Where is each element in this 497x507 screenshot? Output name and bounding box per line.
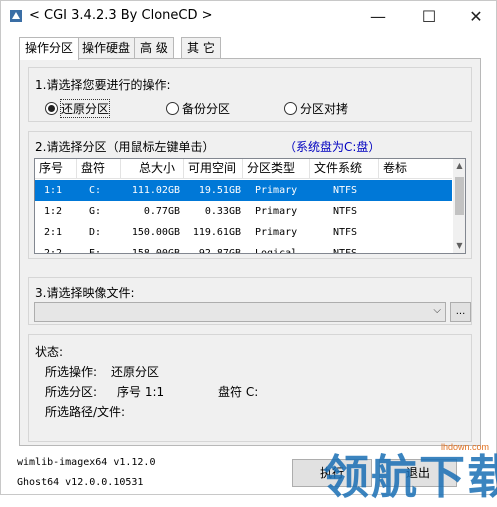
col-free[interactable]: 可用空间 [184,159,243,179]
ghost-version: Ghost64 v12.0.0.10531 [17,477,144,488]
cell-type: Primary [255,206,298,217]
status-path-label: 所选路径/文件: [45,405,126,419]
cell-type: Primary [255,185,298,196]
image-file-group: 3.请选择映像文件: ⌵ ... [28,277,472,325]
scroll-down-icon[interactable]: ▼ [453,239,465,252]
title-bar[interactable]: < CGI 3.4.2.3 By CloneCD > — ☐ ✕ [1,1,496,31]
operation-group: 1.请选择您要进行的操作: 还原分区 备份分区 分区对拷 [28,67,472,122]
cell-free: 0.33GB [204,206,241,217]
table-scrollbar[interactable]: ▲ ▼ [453,159,465,253]
radio-backup[interactable]: 备份分区 [166,100,230,117]
radio-copy-label: 分区对拷 [300,102,349,116]
app-icon [10,10,22,22]
minimize-button[interactable]: — [355,1,401,31]
col-label[interactable]: 卷标 [379,159,452,179]
partition-table[interactable]: 序号 盘符 总大小 可用空间 分区类型 文件系统 卷标 1:1 C: 111.0… [34,158,466,254]
status-op-value: 还原分区 [111,365,160,379]
watermark-url: lhdown.com [441,442,490,452]
partition-label: 2.请选择分区（用鼠标左键单击） [35,140,215,154]
tab-partition-ops[interactable]: 操作分区 [19,37,80,60]
table-row[interactable]: 2:2 E: 158.00GB 92.87GB Logical NTFS [35,243,452,254]
close-button[interactable]: ✕ [453,1,497,31]
cell-index: 2:2 [44,248,63,254]
col-type[interactable]: 分区类型 [243,159,310,179]
tab-other[interactable]: 其 它 [181,37,221,59]
radio-circle [284,102,297,115]
tab-disk-ops[interactable]: 操作硬盘 [76,37,137,59]
scroll-up-icon[interactable]: ▲ [453,159,465,172]
radio-circle [166,102,179,115]
status-op-label: 所选操作: [45,365,98,379]
window-title: < CGI 3.4.2.3 By CloneCD > [29,8,213,23]
radio-backup-label: 备份分区 [182,102,231,116]
status-part-index: 序号 1:1 [117,385,165,399]
col-fs[interactable]: 文件系统 [310,159,379,179]
cell-index: 2:1 [44,227,63,238]
partition-group: 2.请选择分区（用鼠标左键单击） （系统盘为C:盘） 序号 盘符 总大小 可用空… [28,131,472,259]
radio-restore[interactable]: 还原分区 [45,99,111,118]
wimlib-version: wimlib-imagex64 v1.12.0 [17,457,156,468]
cell-fs: NTFS [333,185,358,196]
radio-dot [48,105,55,112]
radio-circle [45,102,58,115]
cell-free: 92.87GB [198,248,241,254]
cell-fs: NTFS [333,248,358,254]
radio-restore-label: 还原分区 [59,99,111,118]
maximize-button[interactable]: ☐ [406,1,452,31]
cell-free: 119.61GB [192,227,241,238]
cell-index: 1:1 [44,185,63,196]
cell-index: 1:2 [44,206,63,217]
status-part-label: 所选分区: [45,385,98,399]
operation-label: 1.请选择您要进行的操作: [35,78,171,92]
image-file-label: 3.请选择映像文件: [35,286,135,300]
chevron-down-icon[interactable]: ⌵ [433,305,441,316]
tab-advanced[interactable]: 高 级 [134,37,174,59]
main-window: < CGI 3.4.2.3 By CloneCD > — ☐ ✕ 操作分区 操作… [0,0,497,504]
status-group: 状态: 所选操作: 还原分区 所选分区: 序号 1:1 盘符 C: 所选路径/文… [28,334,472,442]
tab-panel: 1.请选择您要进行的操作: 还原分区 备份分区 分区对拷 2.请选择分区（用鼠标… [19,58,481,446]
status-title: 状态: [35,345,64,359]
cell-type: Logical [255,248,298,254]
col-drive[interactable]: 盘符 [77,159,121,179]
table-row[interactable]: 1:2 G: 0.77GB 0.33GB Primary NTFS [35,201,452,222]
cell-fs: NTFS [333,206,358,217]
image-file-combo[interactable]: ⌵ [34,302,446,322]
scroll-thumb[interactable] [455,177,464,215]
system-disk-note: （系统盘为C:盘） [284,140,381,154]
col-total[interactable]: 总大小 [121,159,184,179]
cell-type: Primary [255,227,298,238]
table-row[interactable]: 1:1 C: 111.02GB 19.51GB Primary NTFS [35,180,452,201]
radio-copy[interactable]: 分区对拷 [284,100,348,117]
table-header: 序号 盘符 总大小 可用空间 分区类型 文件系统 卷标 [35,159,452,179]
col-index[interactable]: 序号 [35,159,77,179]
cell-free: 19.51GB [198,185,241,196]
browse-button[interactable]: ... [450,302,471,322]
status-part-drive: 盘符 C: [218,385,259,399]
table-row[interactable]: 2:1 D: 150.00GB 119.61GB Primary NTFS [35,222,452,243]
cell-fs: NTFS [333,227,358,238]
